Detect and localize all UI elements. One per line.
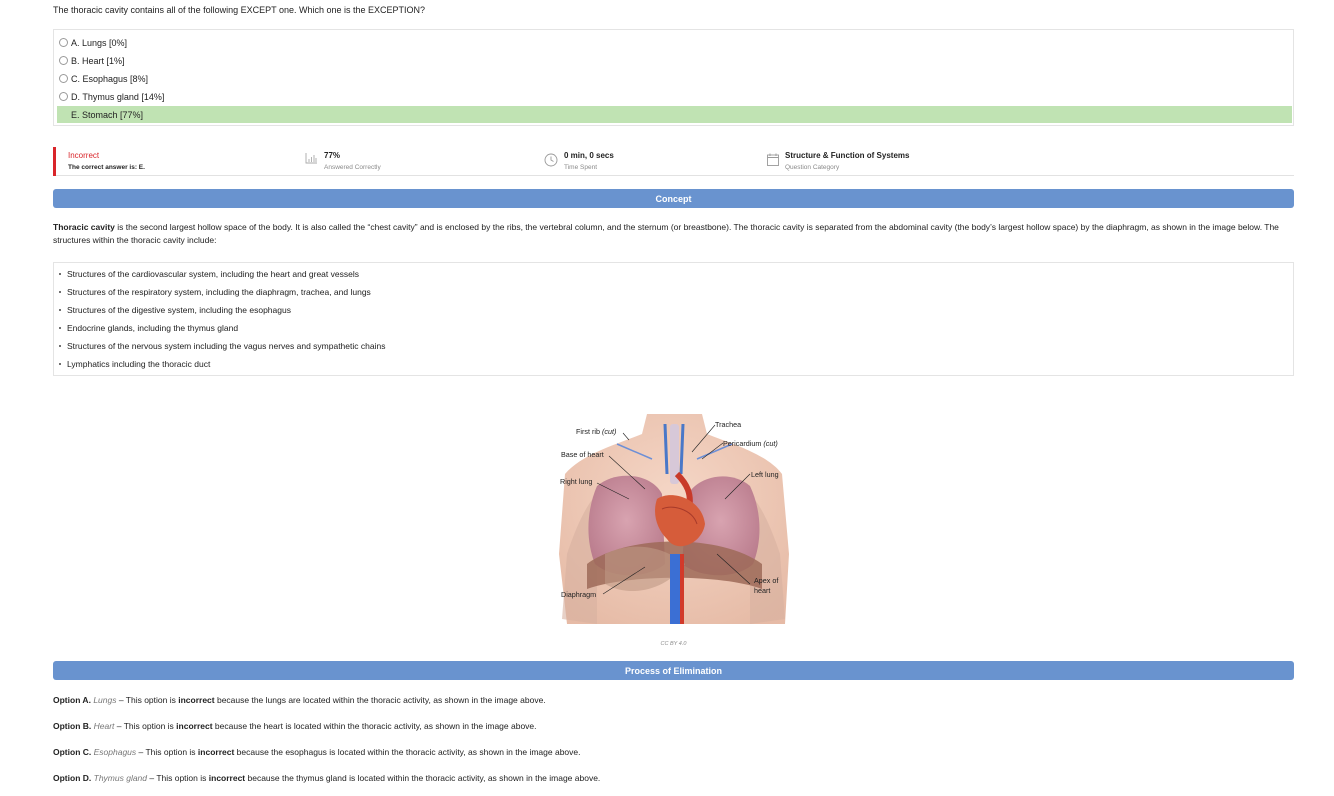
list-item: Lymphatics including the thoracic duct [59, 359, 210, 369]
option-label: A. Lungs [0%] [71, 37, 128, 48]
elimination-option-d: Option D. Thymus gland – This option is … [53, 773, 601, 783]
concept-description: is the second largest hollow space of th… [53, 222, 1279, 245]
radio-button[interactable] [59, 92, 68, 101]
percent-value: 77% [324, 151, 341, 160]
time-value: 0 min, 0 secs [564, 151, 614, 160]
percent-label: Answered Correctly [324, 164, 381, 171]
category-label: Question Category [785, 164, 840, 171]
radio-button[interactable] [59, 56, 68, 65]
option-label: B. Heart [1%] [71, 55, 125, 66]
result-status: Incorrect The correct answer is: E. [68, 151, 145, 171]
incorrect-indicator [53, 147, 56, 176]
elimination-option-a: Option A. Lungs – This option is incorre… [53, 695, 546, 705]
result-summary: Incorrect The correct answer is: E. 77% … [53, 147, 1294, 176]
status-text: Incorrect [68, 151, 100, 160]
label-first-rib: First rib (cut) [576, 427, 616, 436]
correct-answer-text: The correct answer is: E. [68, 164, 145, 171]
answer-options: A. Lungs [0%] B. Heart [1%] C. Esophagus… [53, 29, 1294, 126]
time-label: Time Spent [564, 164, 597, 171]
label-apex-2: heart [754, 586, 770, 595]
label-left-lung: Left lung [751, 470, 779, 479]
time-spent: 0 min, 0 secs Time Spent [564, 151, 614, 171]
question-text: The thoracic cavity contains all of the … [53, 5, 426, 15]
label-pericardium: Pericardium (cut) [723, 439, 778, 448]
option-label: C. Esophagus [8%] [71, 73, 149, 84]
elimination-option-c: Option C. Esophagus – This option is inc… [53, 747, 581, 757]
label-apex-1: Apex of [754, 576, 778, 585]
label-trachea: Trachea [715, 420, 741, 429]
radio-button[interactable] [59, 38, 68, 47]
calendar-icon [767, 153, 779, 168]
list-item: Structures of the respiratory system, in… [59, 287, 371, 297]
option-c[interactable]: C. Esophagus [8%] [57, 70, 1292, 87]
concept-paragraph: Thoracic cavity is the second largest ho… [53, 221, 1283, 247]
concept-term: Thoracic cavity [53, 222, 115, 232]
option-b[interactable]: B. Heart [1%] [57, 52, 1292, 69]
label-right-lung: Right lung [560, 477, 592, 486]
percent-correct: 77% Answered Correctly [324, 151, 381, 171]
elimination-option-b: Option B. Heart – This option is incorre… [53, 721, 537, 731]
structures-list: Structures of the cardiovascular system,… [53, 262, 1294, 376]
list-item: Endocrine glands, including the thymus g… [59, 323, 238, 333]
radio-button[interactable] [59, 74, 68, 83]
question-category: Structure & Function of Systems Question… [785, 151, 909, 171]
thoracic-cavity-figure: First rib (cut) Trachea Pericardium (cut… [559, 414, 789, 624]
list-item: Structures of the digestive system, incl… [59, 305, 291, 315]
elimination-heading: Process of Elimination [53, 661, 1294, 680]
option-e-correct[interactable]: E. Stomach [77%] [57, 106, 1292, 123]
list-item: Structures of the cardiovascular system,… [59, 269, 359, 279]
label-base-of-heart: Base of heart [561, 450, 604, 459]
clock-icon [544, 153, 558, 169]
option-label: D. Thymus gland [14%] [71, 91, 165, 102]
bar-chart-icon [305, 153, 318, 166]
concept-heading: Concept [53, 189, 1294, 208]
list-item: Structures of the nervous system includi… [59, 341, 385, 351]
image-credit: CC BY 4.0 [660, 641, 687, 647]
label-diaphragm: Diaphragm [561, 590, 596, 599]
option-a[interactable]: A. Lungs [0%] [57, 34, 1292, 51]
option-d[interactable]: D. Thymus gland [14%] [57, 88, 1292, 105]
category-value: Structure & Function of Systems [785, 151, 910, 160]
option-label: E. Stomach [77%] [71, 109, 144, 120]
